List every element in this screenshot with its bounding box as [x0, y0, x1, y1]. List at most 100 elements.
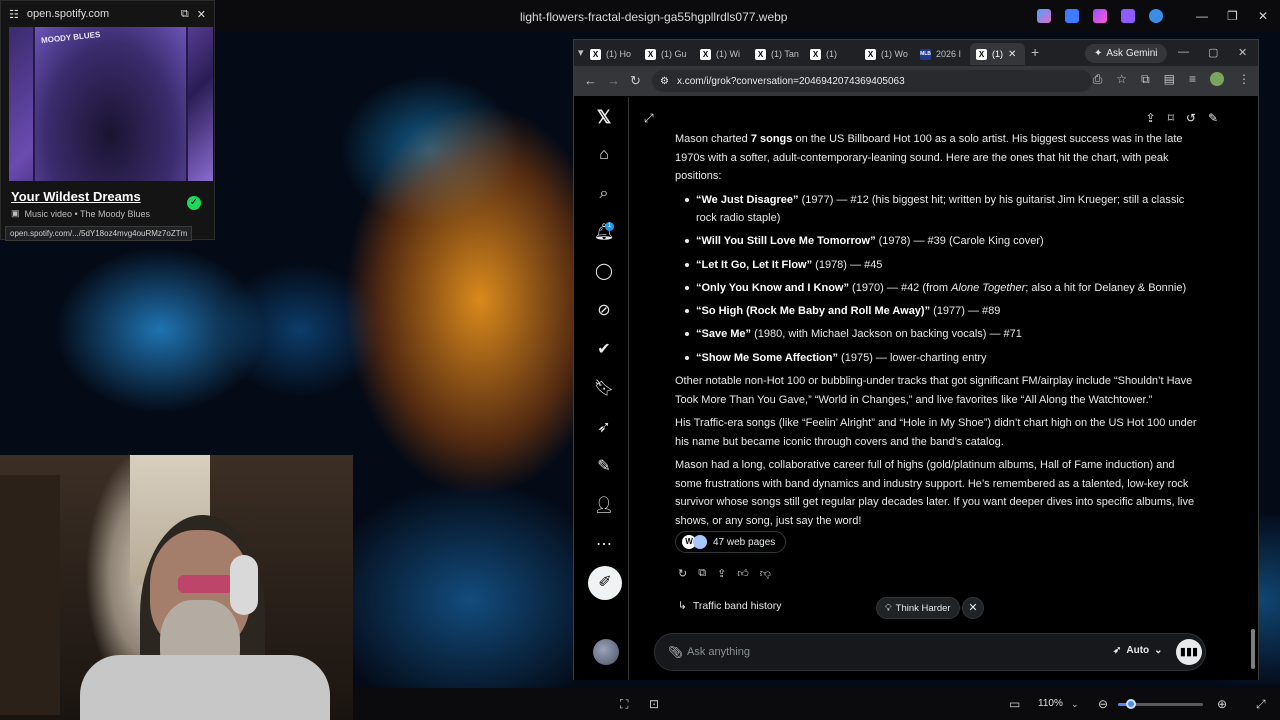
grok-icon[interactable]: ⊘: [593, 300, 615, 322]
fullscreen-icon[interactable]: ⤢: [1256, 697, 1266, 712]
site-info-icon[interactable]: ⚙: [660, 76, 669, 87]
install-app-icon[interactable]: ⎙: [1093, 72, 1103, 87]
x-favicon-icon: X: [645, 48, 656, 60]
history-icon[interactable]: ↺: [1186, 111, 1196, 125]
fit-screen-icon[interactable]: ▭: [1009, 697, 1020, 711]
more-icon[interactable]: ⋯: [593, 534, 615, 556]
share-icon[interactable]: ⇪: [1146, 111, 1156, 125]
compose-note-icon[interactable]: ✎: [593, 456, 615, 478]
crop-icon[interactable]: ⛶: [620, 697, 628, 712]
text-scan-icon[interactable]: ⊡: [649, 697, 659, 711]
mode-selector[interactable]: ➶ Auto ⌄: [1113, 645, 1163, 656]
lightbulb-icon: 💡︎: [885, 602, 892, 614]
grok-compose-button[interactable]: ✐: [588, 566, 622, 600]
x-favicon-icon: X: [810, 48, 821, 60]
cloud-icon[interactable]: [1149, 9, 1163, 23]
spotify-pip-window[interactable]: ☷ open.spotify.com ⧉ ✕ MOODY BLUES Your …: [0, 0, 215, 241]
bookmarks-icon[interactable]: 🔖︎: [593, 378, 615, 400]
close-icon[interactable]: ✕: [1258, 9, 1268, 23]
thumbs-down-icon[interactable]: 👎︎: [760, 567, 771, 580]
search-icon[interactable]: ⌕: [593, 183, 615, 205]
scrollbar-thumb[interactable]: [1251, 629, 1255, 669]
regenerate-icon[interactable]: ↻: [678, 567, 687, 580]
think-harder-button[interactable]: 💡︎ Think Harder: [876, 597, 960, 619]
settings-sliders-icon[interactable]: ☷: [9, 8, 19, 21]
ask-gemini-button[interactable]: ✦ Ask Gemini: [1085, 44, 1167, 63]
album-art-text: MOODY BLUES: [40, 29, 101, 46]
bookmark-star-icon[interactable]: ☆: [1116, 72, 1127, 87]
extensions-icon[interactable]: ⧉: [1141, 72, 1150, 87]
zoom-slider-knob[interactable]: [1125, 699, 1136, 709]
thumbs-up-icon[interactable]: 👍︎: [737, 567, 749, 580]
maximize-icon[interactable]: ❐: [1227, 9, 1238, 23]
copilot-icon[interactable]: [1037, 9, 1051, 23]
reload-icon[interactable]: ↻: [630, 73, 641, 89]
address-url[interactable]: x.com/i/grok?conversation=20469420743694…: [677, 76, 905, 87]
track-title[interactable]: Your Wildest Dreams: [11, 189, 141, 204]
tab-3[interactable]: X (1) Wi: [694, 43, 746, 65]
share-icon[interactable]: ⇪: [717, 567, 726, 580]
attach-icon[interactable]: 📎︎: [668, 645, 683, 659]
gallery-icon[interactable]: [1121, 9, 1135, 23]
browser-toolbar: ← → ↻ ⚙ x.com/i/grok?conversation=204694…: [574, 66, 1258, 96]
x-favicon-icon: X: [976, 48, 987, 60]
sources-button[interactable]: W 47 web pages: [675, 531, 787, 553]
forward-arrow-icon[interactable]: →: [607, 73, 620, 88]
minimize-icon[interactable]: —: [1196, 9, 1208, 23]
scrollbar[interactable]: [1250, 101, 1256, 676]
voice-mode-icon[interactable]: ▮▮▮: [1176, 639, 1202, 665]
browser-maximize-icon[interactable]: ▢: [1208, 46, 1218, 59]
verified-icon[interactable]: ✔: [593, 339, 615, 361]
color-icon[interactable]: [1093, 9, 1107, 23]
dismiss-think-icon[interactable]: ✕: [962, 597, 984, 619]
edit-icon[interactable]: [1065, 9, 1079, 23]
back-arrow-icon[interactable]: ←: [584, 73, 597, 88]
tab-search-icon[interactable]: ▾: [578, 46, 584, 59]
profile-icon[interactable]: 👤︎: [593, 495, 615, 517]
tab-6[interactable]: X (1) Wo: [859, 43, 914, 65]
tab-active[interactable]: X (1) ✕: [970, 43, 1025, 65]
back-to-tab-icon[interactable]: ⧉: [181, 8, 189, 21]
bookmark-icon[interactable]: ⌑: [1168, 111, 1174, 125]
rocket-icon[interactable]: ➶: [593, 417, 615, 439]
side-panel-icon[interactable]: ▤: [1164, 72, 1175, 87]
saved-check-icon[interactable]: ✓: [187, 196, 201, 210]
browser-close-icon[interactable]: ✕: [1238, 46, 1247, 59]
pip-close-icon[interactable]: ✕: [197, 8, 206, 21]
user-avatar[interactable]: [593, 639, 619, 665]
tab-2[interactable]: X (1) Gu: [639, 43, 693, 65]
followup-suggestion[interactable]: ↳ Traffic band history: [678, 600, 782, 612]
menu-kebab-icon[interactable]: ⋮: [1238, 72, 1250, 87]
expand-icon[interactable]: ⤢: [644, 111, 654, 126]
tab-close-icon[interactable]: ✕: [1008, 49, 1016, 60]
ask-input[interactable]: [687, 642, 1087, 662]
browser-minimize-icon[interactable]: —: [1178, 46, 1189, 58]
tab-7[interactable]: MLB 2026 I: [914, 43, 967, 65]
tab-1[interactable]: X (1) Ho: [584, 43, 637, 65]
tab-5[interactable]: X (1): [804, 43, 843, 65]
zoom-level[interactable]: 110%: [1038, 698, 1063, 709]
copy-icon[interactable]: ⧉: [698, 567, 706, 580]
new-chat-icon[interactable]: ✎: [1208, 111, 1218, 125]
sources-label: 47 web pages: [713, 536, 776, 548]
video-icon: ▣: [11, 208, 20, 218]
zoom-slider[interactable]: [1118, 699, 1203, 709]
zoom-out-icon[interactable]: ⊖: [1098, 697, 1108, 711]
profile-avatar-icon[interactable]: [1210, 72, 1224, 86]
zoom-dropdown-icon[interactable]: ⌄: [1071, 699, 1079, 710]
song-detail: (1970) — #42 (from: [848, 281, 952, 294]
reading-list-icon[interactable]: ≡: [1189, 72, 1196, 87]
album-cover-image: MOODY BLUES: [33, 27, 188, 181]
home-icon[interactable]: ⌂: [593, 144, 615, 166]
messages-icon[interactable]: ◯: [593, 261, 615, 283]
x-favicon-icon: X: [755, 48, 766, 60]
zoom-in-icon[interactable]: ⊕: [1217, 697, 1227, 711]
list-item: “Will You Still Love Me Tomorrow” (1978)…: [685, 232, 1200, 251]
new-tab-icon[interactable]: +: [1031, 44, 1039, 60]
address-bar[interactable]: ⚙ x.com/i/grok?conversation=204694207436…: [652, 70, 1092, 92]
tray-icons: [1037, 9, 1163, 23]
x-logo-icon[interactable]: 𝕏: [593, 106, 615, 128]
toolbar-right-icons: ⎙ ☆ ⧉ ▤ ≡ ⋮: [1093, 72, 1250, 87]
tab-4[interactable]: X (1) Tan: [749, 43, 805, 65]
tab-label: (1) Wi: [716, 49, 740, 59]
